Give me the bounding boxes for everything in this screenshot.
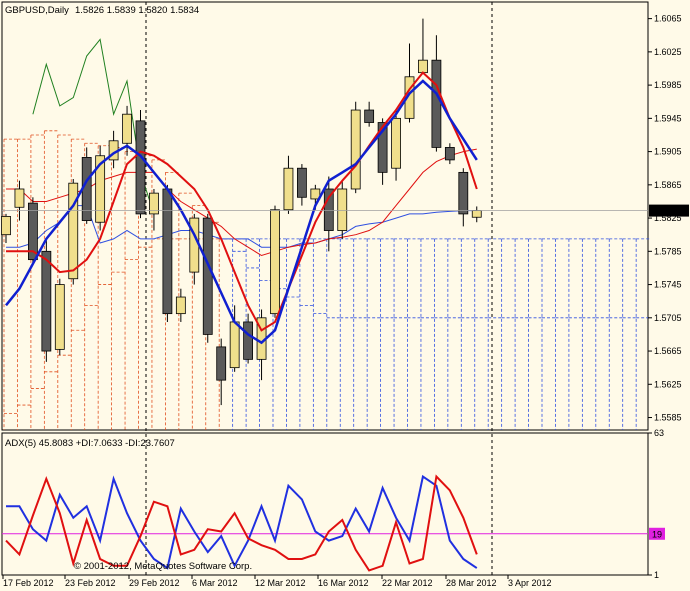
time-axis-label: 12 Mar 2012 (255, 578, 306, 588)
bull-candle (337, 188, 348, 231)
bear-candle (364, 109, 375, 123)
last-price-label: 1.5834 (654, 206, 682, 216)
bull-candle (471, 210, 482, 218)
price-axis-label: 1.5905 (654, 147, 682, 157)
time-axis-label: 17 Feb 2012 (3, 578, 54, 588)
chart-symbol-label: GBPUSD,Daily (5, 5, 69, 16)
copyright-label: © 2001-2012, MetaQuotes Software Corp. (74, 561, 252, 572)
price-axis-label: 1.5745 (654, 280, 682, 290)
bull-candle (350, 109, 361, 190)
time-axis-label: 28 Mar 2012 (446, 578, 497, 588)
price-axis-label: 1.5865 (654, 180, 682, 190)
adx-axis-label: 63 (654, 428, 664, 438)
price-axis-label: 1.5705 (654, 313, 682, 323)
time-axis-label: 29 Feb 2012 (129, 578, 180, 588)
bear-candle (431, 59, 442, 148)
price-axis-label: 1.6025 (654, 47, 682, 57)
bull-candle (418, 59, 428, 74)
bear-candle (216, 346, 227, 381)
bull-candle (270, 209, 280, 315)
bear-candle (135, 120, 146, 215)
adx-level-label: 19 (652, 529, 662, 539)
price-axis-label: 1.5625 (654, 379, 682, 389)
time-axis-label: 3 Apr 2012 (508, 578, 552, 588)
bear-candle (444, 147, 455, 161)
bull-candle (189, 217, 200, 273)
bull-candle (14, 188, 25, 208)
bear-candle (162, 188, 173, 315)
bull-candle (229, 321, 240, 369)
time-axis-label: 22 Mar 2012 (382, 578, 433, 588)
chart-canvas[interactable]: 1.6065 1.6025 1.5985 1.5945 1.5905 1.5865 1.58… (0, 0, 690, 591)
bear-candle (243, 321, 254, 360)
price-axis-label: 1.5945 (654, 113, 682, 123)
bear-candle (202, 217, 213, 335)
time-axis-label: 16 Mar 2012 (318, 578, 369, 588)
bull-candle (391, 117, 401, 169)
bear-candle (296, 167, 307, 198)
time-axis-label: 23 Feb 2012 (65, 578, 116, 588)
bear-candle (41, 250, 52, 352)
price-axis-label: 1.6065 (654, 14, 682, 24)
price-axis-label: 1.5585 (654, 413, 682, 423)
bear-candle (458, 171, 469, 215)
bull-candle (54, 284, 65, 350)
bull-candle (122, 113, 132, 144)
bull-candle (283, 167, 294, 211)
price-axis-label: 1.5785 (654, 246, 682, 256)
price-axis-label: 1.5665 (654, 346, 682, 356)
chart-window: 1.6065 1.6025 1.5985 1.5945 1.5905 1.5865 1.58… (0, 0, 690, 591)
bull-candle (175, 296, 186, 315)
time-axis-label: 6 Mar 2012 (192, 578, 238, 588)
adx-axis-label: 1 (654, 570, 659, 580)
bull-candle (1, 216, 11, 236)
adx-indicator-label: ADX(5) 45.8083 +DI:7.0633 -DI:23.7607 (5, 438, 175, 449)
bear-candle (323, 188, 334, 231)
price-axis-label: 1.5985 (654, 80, 682, 90)
ohlc-values-label: 1.5826 1.5839 1.5820 1.5834 (75, 5, 199, 16)
